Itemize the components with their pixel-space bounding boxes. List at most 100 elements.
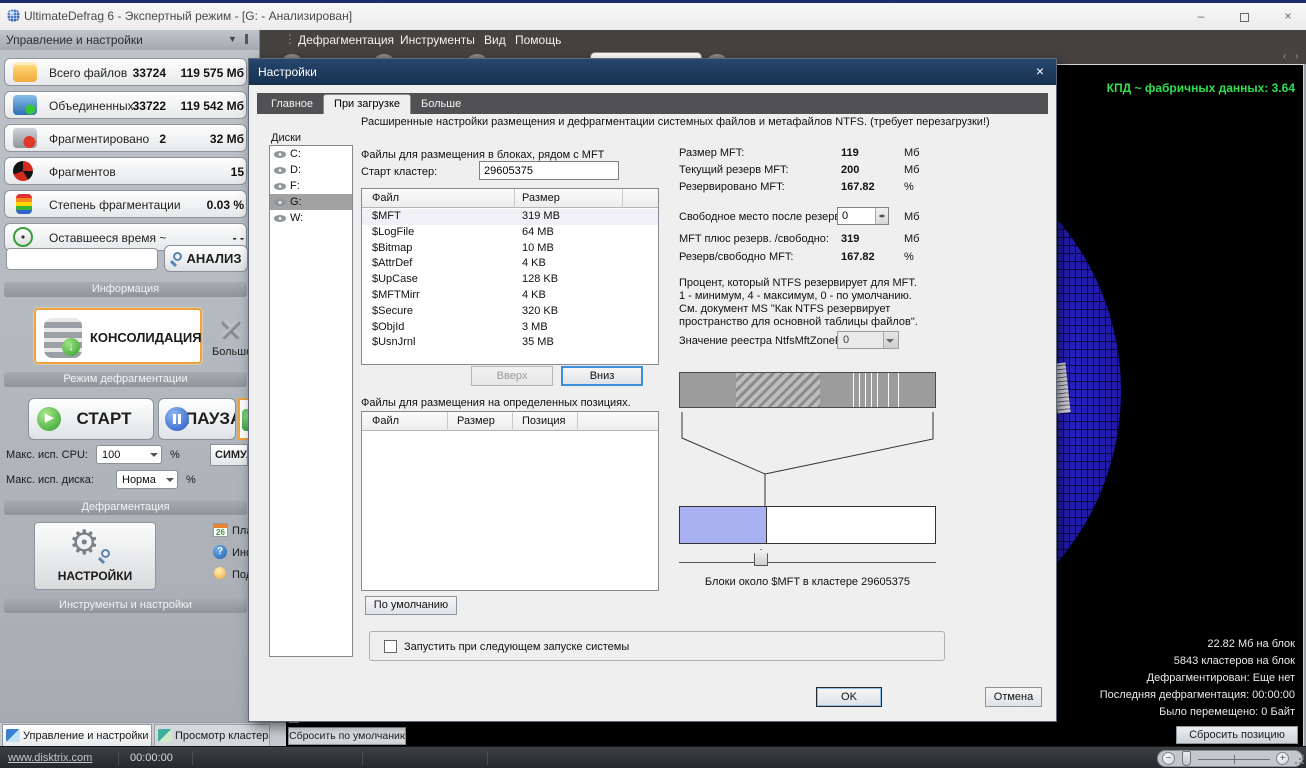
table-row[interactable]: $MFT319 MB xyxy=(362,209,658,225)
more-tools-icon[interactable] xyxy=(214,312,248,346)
ntfs-note: пространство для основной таблицы файлов… xyxy=(679,316,918,328)
disk-limit-combobox[interactable]: Норма xyxy=(116,470,178,489)
ntfs-note: См. документ MS "Как NTFS резервирует xyxy=(679,303,890,315)
zoom-in-icon[interactable]: + xyxy=(1276,752,1289,765)
move-down-button[interactable]: Вниз xyxy=(561,366,643,386)
reset-position-button[interactable]: Сбросить позицию xyxy=(1176,726,1298,744)
disk-limit-value: Норма xyxy=(122,474,156,486)
tab-boot-time[interactable]: При загрузке xyxy=(323,94,411,114)
section-tools: Инструменты и настройки xyxy=(4,598,247,613)
disk-icon xyxy=(274,183,286,190)
ok-button[interactable]: OK xyxy=(816,687,882,707)
magnifier-icon xyxy=(173,252,182,261)
more-label[interactable]: Больше xyxy=(212,346,248,358)
disk-item-c[interactable]: C: xyxy=(270,146,352,162)
default-button[interactable]: По умолчанию xyxy=(365,596,457,615)
stat-size: 119 542 Мб xyxy=(181,99,244,113)
zoom-slider-thumb[interactable] xyxy=(1182,751,1191,766)
tab-more[interactable]: Больше xyxy=(411,96,471,114)
title-bar: UltimateDefrag 6 - Экспертный режим - [G… xyxy=(0,3,1306,30)
settings-button[interactable]: ⚙ НАСТРОЙКИ xyxy=(34,522,156,590)
reset-default-button[interactable]: Сбросить по умолчанию xyxy=(288,727,406,745)
run-next-boot-label: Запустить при следующем запуске системы xyxy=(404,641,629,653)
position-slider-thumb[interactable] xyxy=(754,549,768,566)
maximize-icon[interactable] xyxy=(1240,13,1249,22)
simulation-button[interactable]: СИМУЛЯЦИЯ xyxy=(210,444,248,466)
table-row[interactable]: $LogFile64 MB xyxy=(362,225,658,241)
registry-combobox: 0 xyxy=(837,331,899,349)
settings-dialog: Настройки × Главное При загрузке Больше … xyxy=(248,58,1057,722)
menu-view[interactable]: Вид xyxy=(484,33,506,47)
section-information: Информация xyxy=(4,282,247,297)
chevron-left-icon[interactable]: ‹ xyxy=(1283,51,1286,62)
table-row[interactable]: $Bitmap10 MB xyxy=(362,241,658,257)
disk-item-d[interactable]: D: xyxy=(270,162,352,178)
disk-item-g-selected[interactable]: G: xyxy=(270,194,352,210)
cpu-limit-label: Макс. исп. CPU: xyxy=(6,449,88,461)
mft-plus-reserve-label: MFT плюс резерв. /свободно: xyxy=(679,233,829,245)
table-row[interactable]: $UsnJrnl35 MB xyxy=(362,335,658,351)
settings-label: НАСТРОЙКИ xyxy=(35,569,155,583)
start-cluster-input[interactable] xyxy=(479,161,619,180)
consolidation-button[interactable]: ↓ КОНСОЛИДАЦИЯ xyxy=(34,308,202,364)
slider-caption: Блоки около $MFT в кластере 29605375 xyxy=(679,576,936,588)
disk-icon xyxy=(274,215,286,222)
mft-size-label: Размер MFT: xyxy=(679,147,744,159)
down-arrow-icon: ↓ xyxy=(62,338,80,356)
zoom-funnel-lines xyxy=(679,408,936,508)
cpu-unit-label: % xyxy=(170,449,180,461)
menu-tools[interactable]: Инструменты xyxy=(400,33,475,47)
tab-cluster-view[interactable]: Просмотр кластера xyxy=(154,724,270,747)
free-space-spinner[interactable]: 0 xyxy=(837,207,889,225)
file-highlight-link[interactable]: Подсветка файла xyxy=(212,568,248,584)
resize-grip-icon[interactable] xyxy=(1294,755,1304,765)
table-row[interactable]: $UpCase128 KB xyxy=(362,272,658,288)
tab-general[interactable]: Главное xyxy=(261,96,323,114)
stop-button[interactable] xyxy=(238,398,248,440)
dialog-close-icon[interactable]: × xyxy=(1032,63,1048,79)
position-slider-track[interactable] xyxy=(679,562,936,563)
stat-label: Объединенных xyxy=(49,99,134,113)
stat-line: Было перемещено: 0 Байт xyxy=(1100,704,1295,721)
pin-icon[interactable] xyxy=(245,34,248,44)
table-row[interactable]: $MFTMirr4 KB xyxy=(362,288,658,304)
tab-control-settings[interactable]: Управление и настройки xyxy=(2,724,152,747)
table-row[interactable]: $ObjId3 MB xyxy=(362,320,658,336)
window-title: UltimateDefrag 6 - Экспертный режим - [G… xyxy=(24,9,352,23)
disk-item-w[interactable]: W: xyxy=(270,210,352,226)
table-header: Файл Размер Позиция xyxy=(362,412,658,431)
stat-line: Последняя дефрагментация: 00:00:00 xyxy=(1100,687,1295,704)
zoom-out-icon[interactable]: − xyxy=(1162,752,1175,765)
disk-item-f[interactable]: F: xyxy=(270,178,352,194)
analyze-input[interactable] xyxy=(6,248,158,270)
chevron-right-icon[interactable]: › xyxy=(1295,51,1298,62)
stat-label: Фрагментов xyxy=(49,165,116,179)
close-icon[interactable]: × xyxy=(1275,9,1301,25)
menu-help[interactable]: Помощь xyxy=(515,33,561,47)
position-files-table: Файл Размер Позиция xyxy=(361,411,659,591)
run-next-boot-group: Запустить при следующем запуске системы xyxy=(369,631,945,661)
dialog-title-bar: Настройки × xyxy=(249,59,1056,85)
run-next-boot-checkbox[interactable] xyxy=(384,640,397,653)
website-link[interactable]: www.disktrix.com xyxy=(8,752,92,764)
volume-info-link[interactable]: Информация том xyxy=(212,546,248,562)
bottom-tab-bar: Управление и настройки Просмотр кластера xyxy=(0,722,286,746)
unit: Мб xyxy=(904,147,919,159)
hatched-segment xyxy=(736,373,820,407)
stat-count: 33724 xyxy=(133,66,166,80)
analyze-button[interactable]: АНАЛИЗ xyxy=(164,245,248,272)
cancel-button[interactable]: Отмена xyxy=(985,687,1042,707)
start-button[interactable]: ▶ СТАРТ xyxy=(28,398,154,440)
separator xyxy=(362,751,363,765)
cpu-limit-combobox[interactable]: 100 xyxy=(96,445,162,464)
pause-button[interactable]: ПАУЗА xyxy=(158,398,236,440)
table-row[interactable]: $Secure320 KB xyxy=(362,304,658,320)
minimize-icon[interactable]: – xyxy=(1188,9,1214,25)
table-row[interactable]: $AttrDef4 KB xyxy=(362,256,658,272)
play-icon: ▶ xyxy=(37,407,61,431)
chevron-down-icon[interactable]: ▼ xyxy=(228,34,237,44)
menu-defrag[interactable]: Дефрагментация xyxy=(298,33,394,47)
scheduler-link[interactable]: Планировщик зад xyxy=(212,524,248,540)
spinner-arrows-icon[interactable] xyxy=(875,208,888,224)
magnifier-icon xyxy=(101,549,110,558)
